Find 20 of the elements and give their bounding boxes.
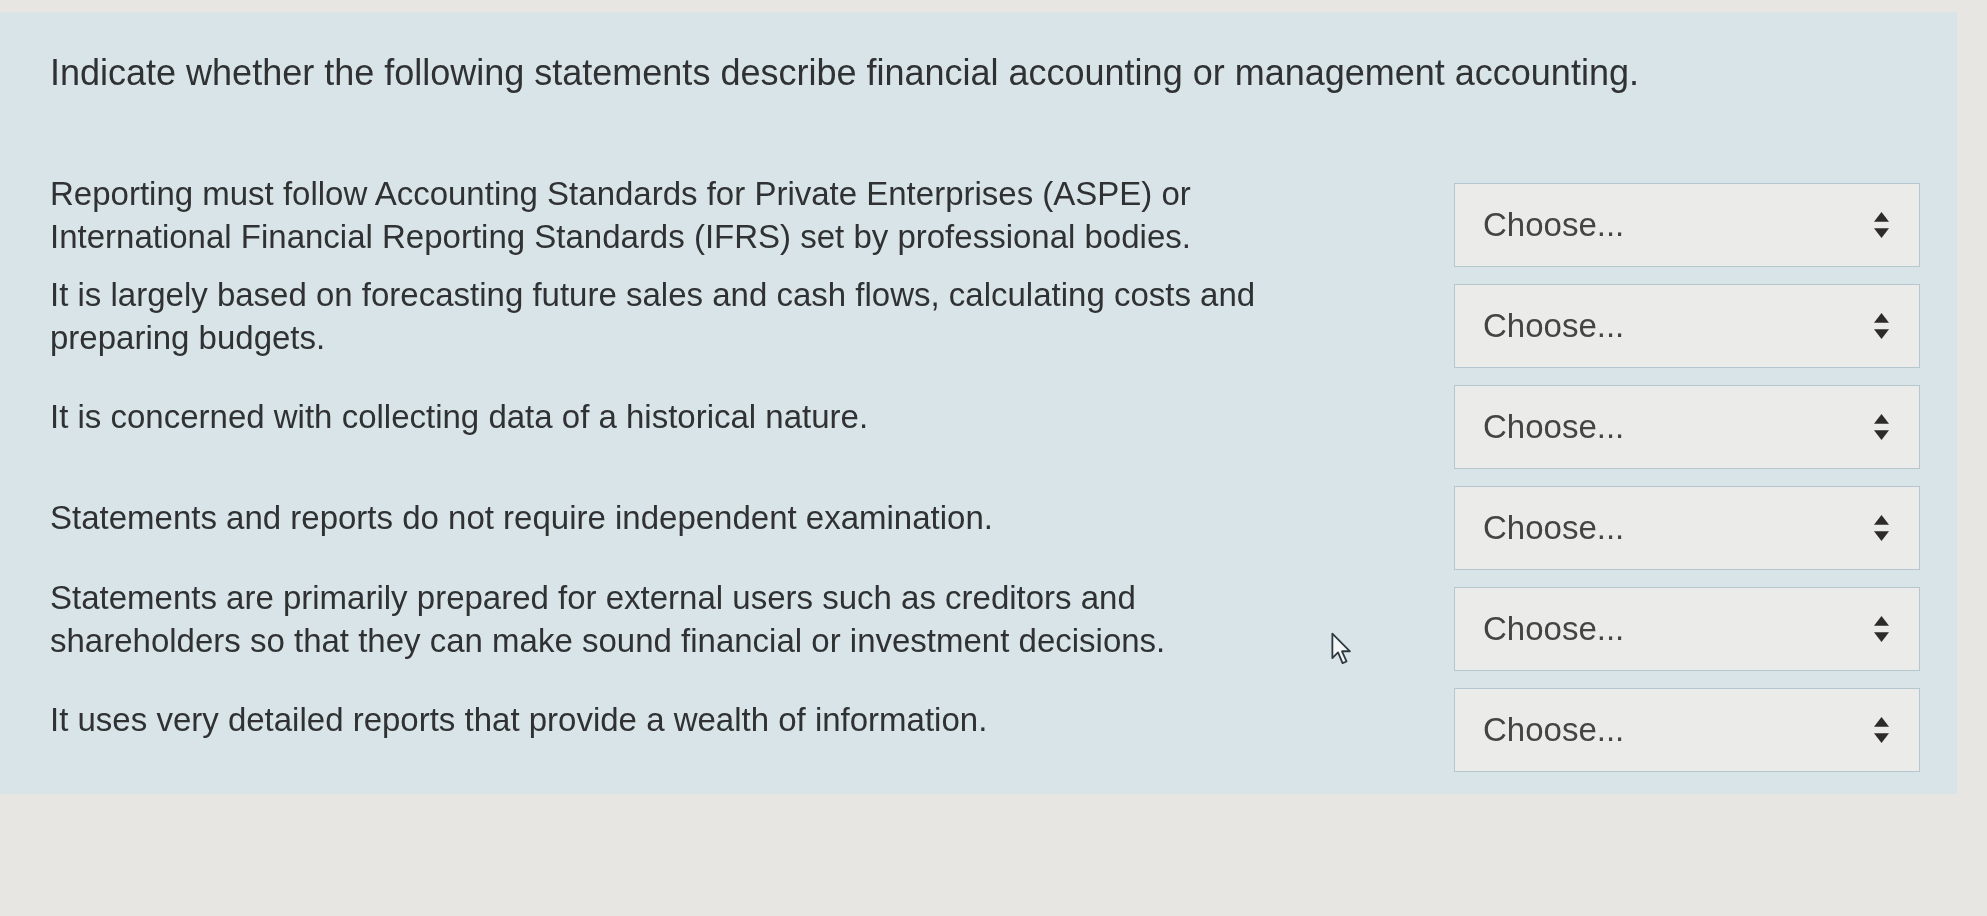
up-down-arrows-icon: [1874, 413, 1889, 440]
statement-text: Reporting must follow Accounting Standards for Private Enterprises (ASPE) or International Financial Reporting Standards (IFRS) set by professional bodies.: [50, 173, 1192, 257]
up-down-arrows-icon: [1874, 312, 1889, 339]
choice-dropdown[interactable]: Choose...: [1454, 283, 1920, 368]
statement-text: It is largely based on forecasting future sales and cash flows, calculating costs and preparing budgets.: [50, 274, 1257, 358]
choice-dropdown[interactable]: Choose...: [1454, 485, 1920, 570]
statement-text: Statements are primarily prepared for external users such as creditors and shareholders so that they can make sound financial or investment decisions.: [50, 577, 1167, 661]
up-down-arrows-icon: [1874, 514, 1889, 541]
up-down-arrows-icon: [1874, 615, 1889, 642]
choice-dropdown[interactable]: Choose...: [1454, 182, 1920, 267]
statement-text: It is concerned with collecting data of a historical nature.: [50, 397, 869, 437]
instruction-text: Indicate whether the following statements describe financial accounting or management accounting.: [50, 52, 1639, 94]
statement-text: Statements and reports do not require independent examination.: [50, 498, 993, 538]
mouse-pointer-icon: [1330, 632, 1354, 666]
up-down-arrows-icon: [1874, 211, 1889, 238]
up-down-arrows-icon: [1874, 716, 1889, 743]
choice-dropdown[interactable]: Choose...: [1454, 586, 1920, 671]
choice-dropdown[interactable]: Choose...: [1454, 384, 1920, 469]
statement-text: It uses very detailed reports that provide a wealth of information.: [50, 700, 988, 740]
choice-dropdown[interactable]: Choose...: [1454, 687, 1920, 772]
